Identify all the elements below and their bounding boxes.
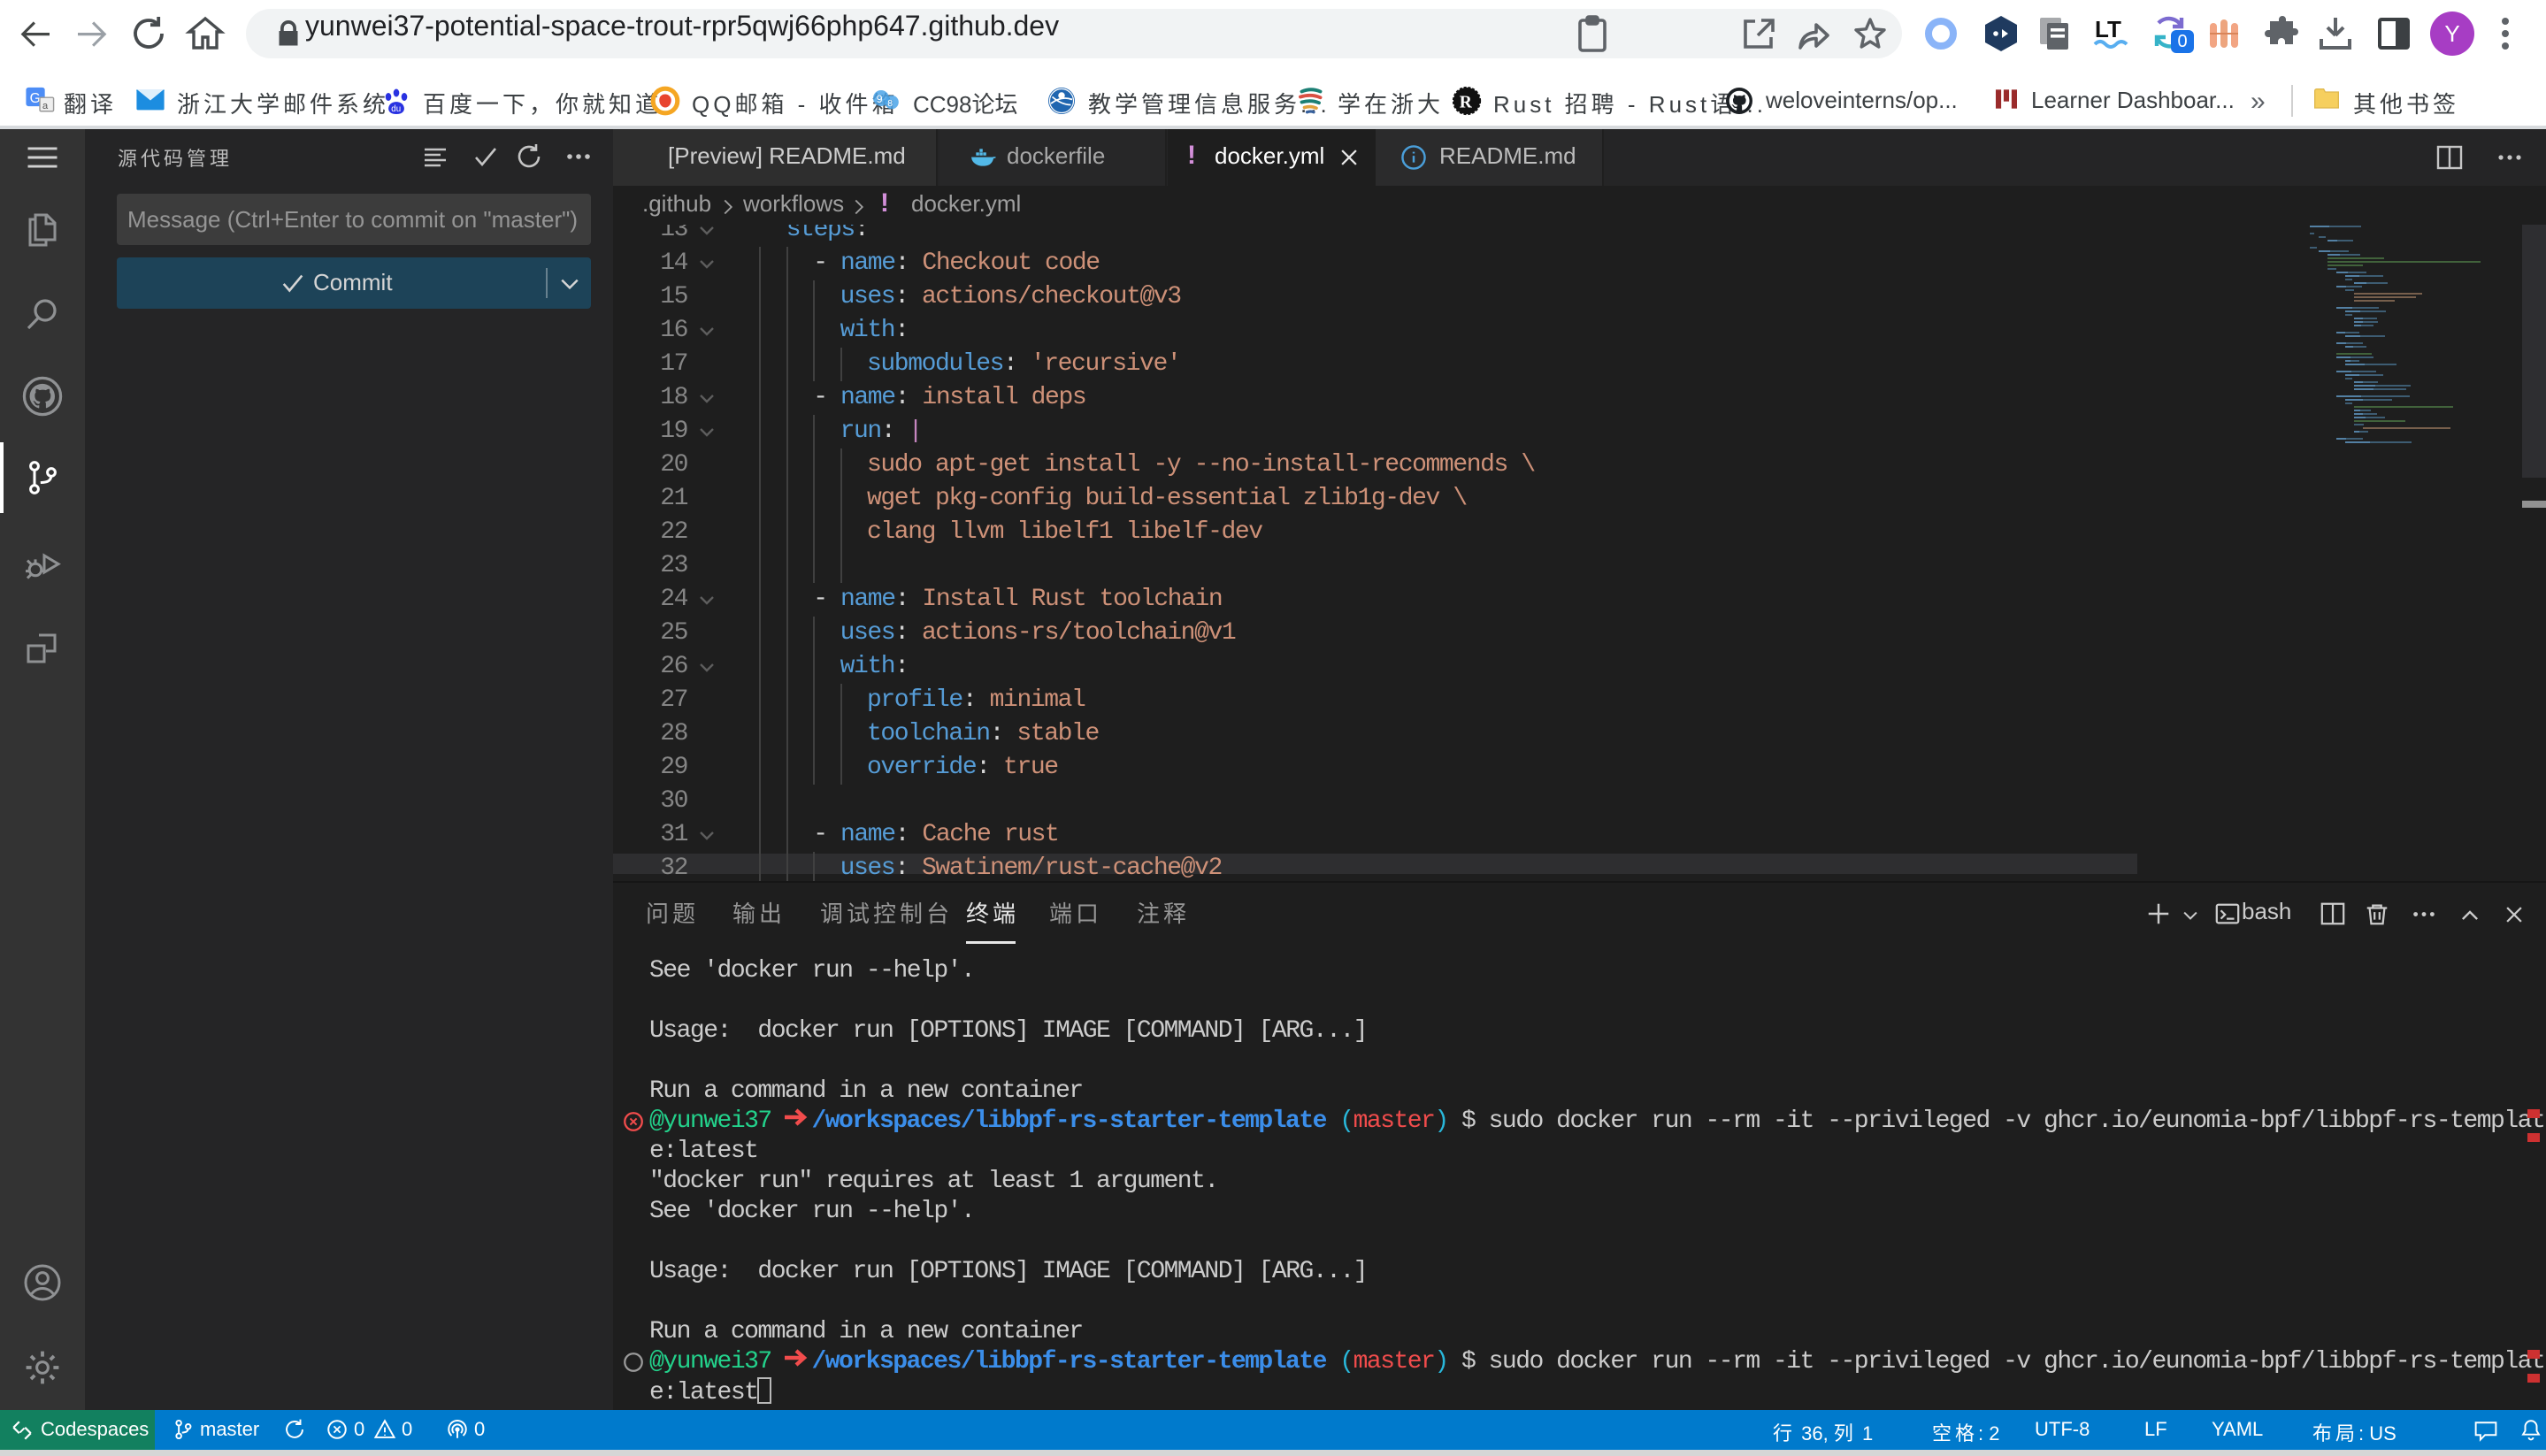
svg-text:LT: LT: [2095, 16, 2121, 42]
svg-text:R: R: [1460, 94, 1473, 112]
svg-text:a: a: [42, 101, 49, 111]
svg-text:G: G: [30, 91, 41, 106]
svg-text:9: 9: [877, 93, 883, 105]
svg-text:du: du: [391, 104, 401, 114]
svg-text:8: 8: [887, 98, 893, 109]
